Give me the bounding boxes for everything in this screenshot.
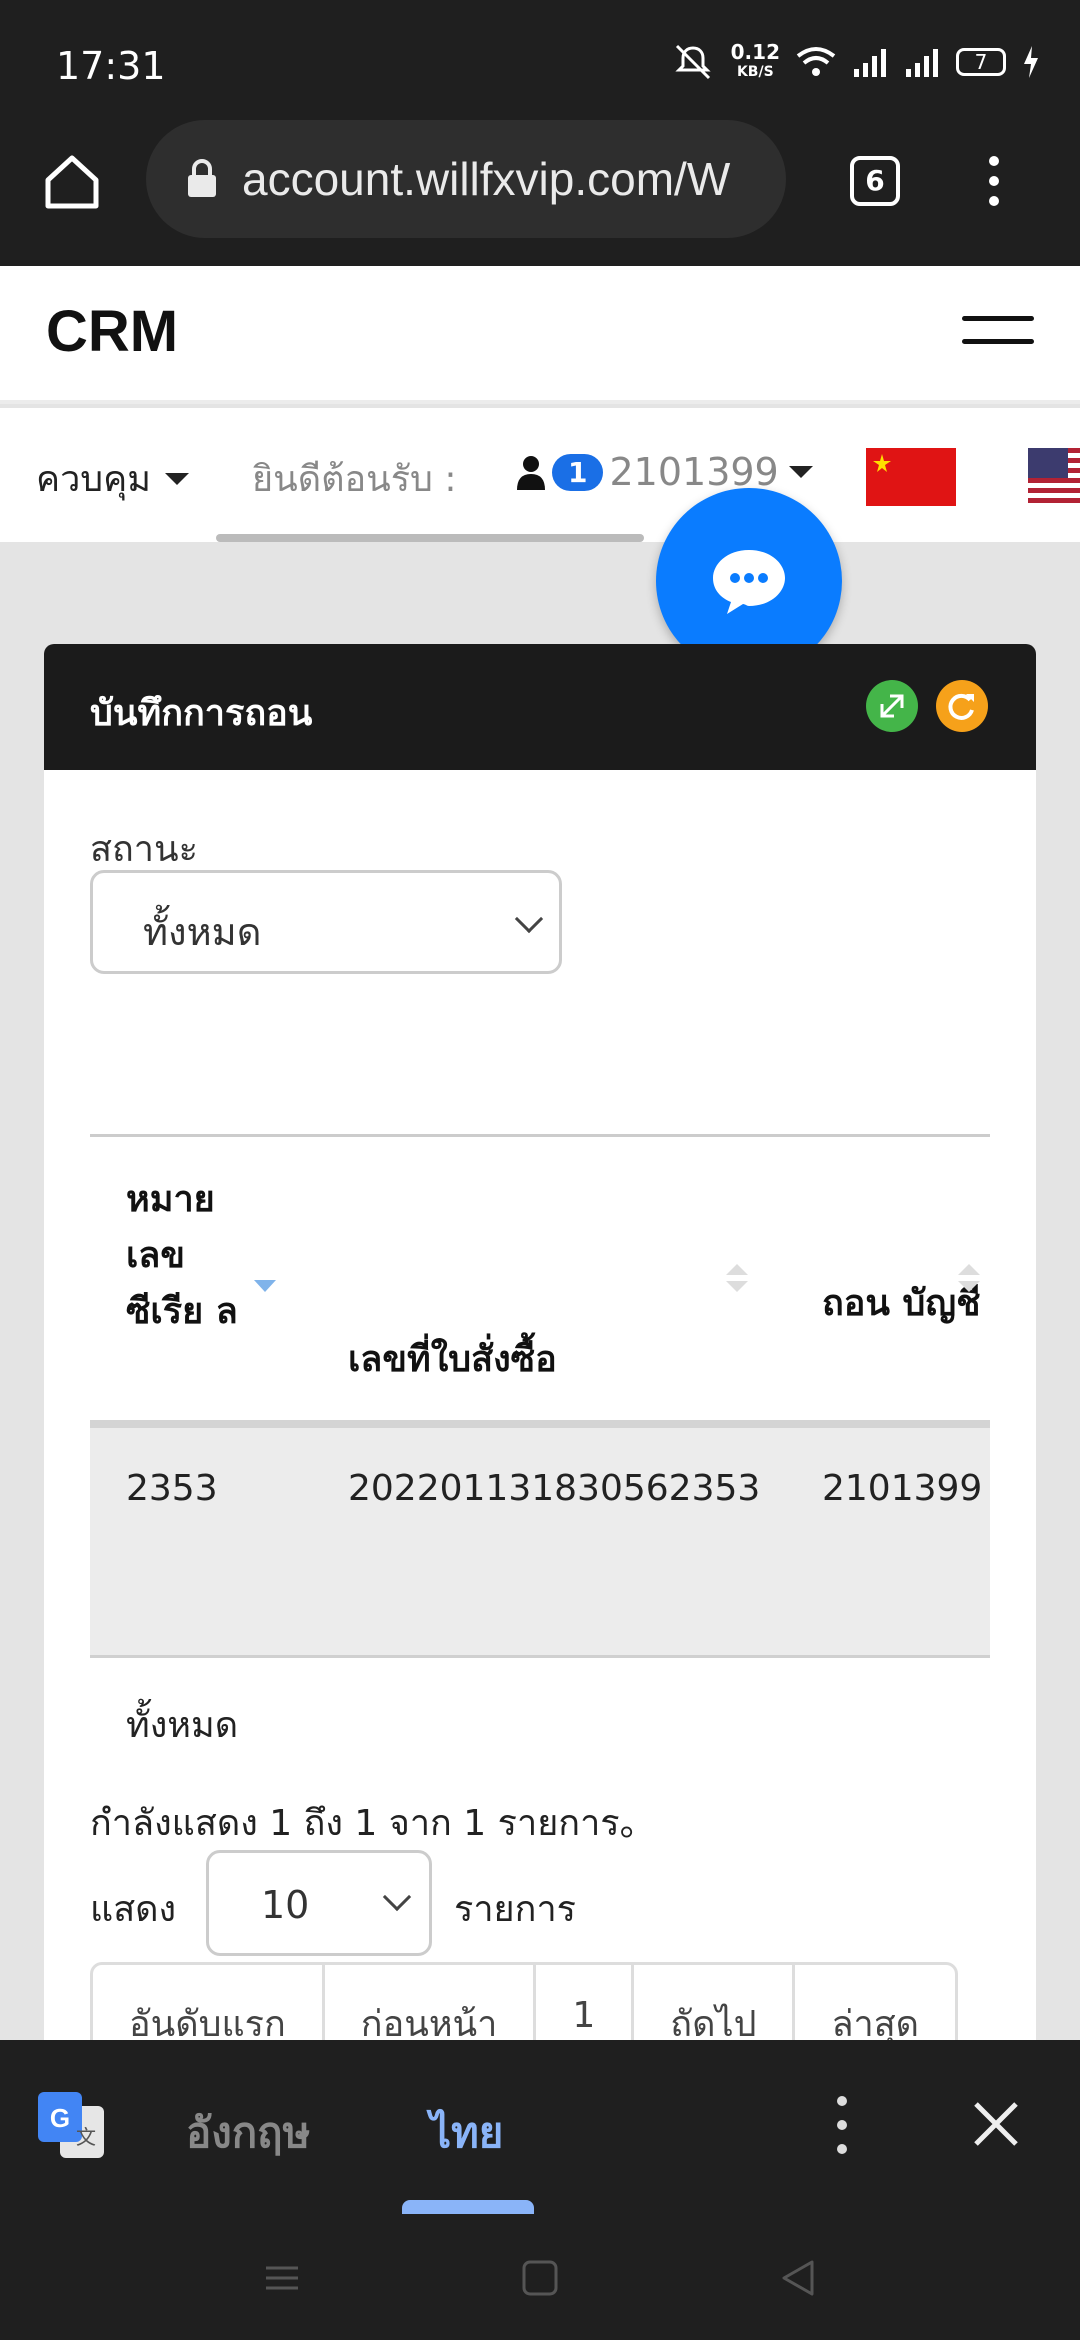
charging-icon bbox=[1024, 46, 1038, 78]
cell-serial: 2353 bbox=[126, 1468, 218, 1509]
mute-bell-icon bbox=[675, 44, 711, 80]
lock-icon bbox=[188, 159, 216, 197]
home-nav-icon[interactable] bbox=[520, 2258, 560, 2298]
wifi-icon bbox=[796, 47, 836, 76]
column-header-withdraw-account[interactable]: ถอน บัญชี bbox=[822, 1276, 981, 1332]
table-info: กำลังแสดง 1 ถึง 1 จาก 1 รายการ。 bbox=[90, 1803, 656, 1844]
status-select[interactable]: ทั้งหมด bbox=[90, 870, 562, 974]
status-label: สถานะ bbox=[90, 829, 198, 870]
pager-next-button[interactable]: ถัดไป bbox=[634, 1965, 796, 2044]
sort-icon[interactable] bbox=[958, 1264, 980, 1294]
caret-down-icon bbox=[164, 472, 189, 485]
user-icon bbox=[517, 456, 545, 490]
status-bar: 17:31 0.12 KB/S 7 bbox=[0, 0, 1080, 120]
browser-menu-icon[interactable] bbox=[984, 156, 1004, 212]
column-header-order-number[interactable]: เลขที่ใบสั่งซื้อ bbox=[348, 1332, 557, 1388]
site-logo[interactable]: CRM bbox=[46, 298, 178, 365]
sort-desc-icon[interactable] bbox=[254, 1280, 276, 1292]
target-language-tab[interactable]: ไทย bbox=[430, 2100, 503, 2166]
top-nav: ควบคุม ยินดีต้อนรับ : 1 2101399 bbox=[0, 408, 1080, 542]
column-header-serial[interactable]: หมาย เลข ซีเรีย ล bbox=[126, 1172, 246, 1340]
svg-text:G: G bbox=[50, 2103, 70, 2133]
sort-icon[interactable] bbox=[726, 1264, 748, 1294]
signal-icon-2 bbox=[906, 49, 938, 77]
chevron-down-icon bbox=[514, 904, 544, 934]
battery-icon: 7 bbox=[956, 48, 1006, 76]
control-label: ควบคุม bbox=[36, 459, 151, 500]
net-speed: 0.12 KB/S bbox=[730, 40, 780, 80]
svg-text:文: 文 bbox=[76, 2125, 96, 2149]
home-icon[interactable] bbox=[40, 150, 104, 214]
pager-page-1-button[interactable]: 1 bbox=[536, 1965, 635, 2044]
table-header-divider bbox=[90, 1420, 990, 1428]
google-translate-icon[interactable]: G文 bbox=[38, 2092, 108, 2162]
tab-switcher-button[interactable]: 6 bbox=[850, 156, 900, 206]
scroll-indicator bbox=[216, 534, 644, 542]
cell-order-number: 202201131830562353 bbox=[348, 1468, 761, 1509]
withdrawal-records-card: บันทึกการถอน สถานะ ทั้งหมด หมาย เลข ซีเร… bbox=[44, 644, 1036, 2044]
system-nav-bar bbox=[0, 2214, 1080, 2340]
chat-bubble-icon bbox=[713, 550, 785, 614]
chevron-down-icon bbox=[382, 1882, 412, 1912]
hamburger-menu-icon[interactable] bbox=[962, 316, 1034, 356]
page-length-select[interactable]: 10 bbox=[206, 1850, 432, 1956]
clock: 17:31 bbox=[56, 44, 166, 88]
control-dropdown[interactable]: ควบคุม bbox=[36, 450, 189, 507]
pager-first-button[interactable]: อันดับแรก bbox=[93, 1965, 325, 2044]
translate-bar: G文 อังกฤษ ไทย bbox=[0, 2040, 1080, 2214]
table-border bbox=[90, 1134, 990, 1137]
url-text: account.willfxvip.com/W bbox=[242, 153, 731, 205]
pager-last-button[interactable]: ล่าสุด bbox=[795, 1965, 955, 2044]
china-flag-icon[interactable] bbox=[866, 448, 956, 506]
footer-filter-label: ทั้งหมด bbox=[126, 1705, 239, 1746]
welcome-label: ยินดีต้อนรับ : bbox=[252, 459, 457, 500]
refresh-icon[interactable] bbox=[936, 680, 988, 732]
close-icon[interactable] bbox=[966, 2094, 1026, 2154]
notification-badge: 1 bbox=[552, 453, 604, 491]
recents-icon[interactable] bbox=[262, 2258, 302, 2298]
browser-toolbar: account.willfxvip.com/W 6 bbox=[0, 120, 1080, 266]
translate-menu-icon[interactable] bbox=[832, 2096, 852, 2162]
back-icon[interactable] bbox=[778, 2258, 818, 2298]
pagination: อันดับแรก ก่อนหน้า 1 ถัดไป ล่าสุด bbox=[90, 1962, 959, 2044]
signal-icon-1 bbox=[854, 49, 886, 77]
table-row[interactable]: 2353 202201131830562353 2101399 bbox=[90, 1428, 990, 1658]
source-language-tab[interactable]: อังกฤษ bbox=[186, 2100, 310, 2166]
address-bar[interactable]: account.willfxvip.com/W bbox=[146, 120, 786, 238]
show-suffix-label: รายการ bbox=[454, 1889, 576, 1930]
cell-account: 2101399 bbox=[822, 1468, 983, 1509]
caret-down-icon bbox=[788, 466, 813, 478]
us-flag-icon[interactable] bbox=[1028, 448, 1080, 506]
card-title: บันทึกการถอน bbox=[90, 693, 313, 734]
pager-previous-button[interactable]: ก่อนหน้า bbox=[325, 1965, 537, 2044]
site-header: CRM bbox=[0, 266, 1080, 404]
status-icons: 0.12 KB/S 7 bbox=[671, 42, 1040, 82]
show-label: แสดง bbox=[90, 1889, 177, 1930]
page-length-value: 10 bbox=[261, 1883, 310, 1927]
status-select-value: ทั้งหมด bbox=[143, 910, 262, 954]
active-tab-indicator bbox=[402, 2200, 534, 2214]
card-header: บันทึกการถอน bbox=[44, 644, 1036, 770]
user-dropdown[interactable]: 1 2101399 bbox=[516, 450, 813, 494]
expand-icon[interactable] bbox=[866, 680, 918, 732]
